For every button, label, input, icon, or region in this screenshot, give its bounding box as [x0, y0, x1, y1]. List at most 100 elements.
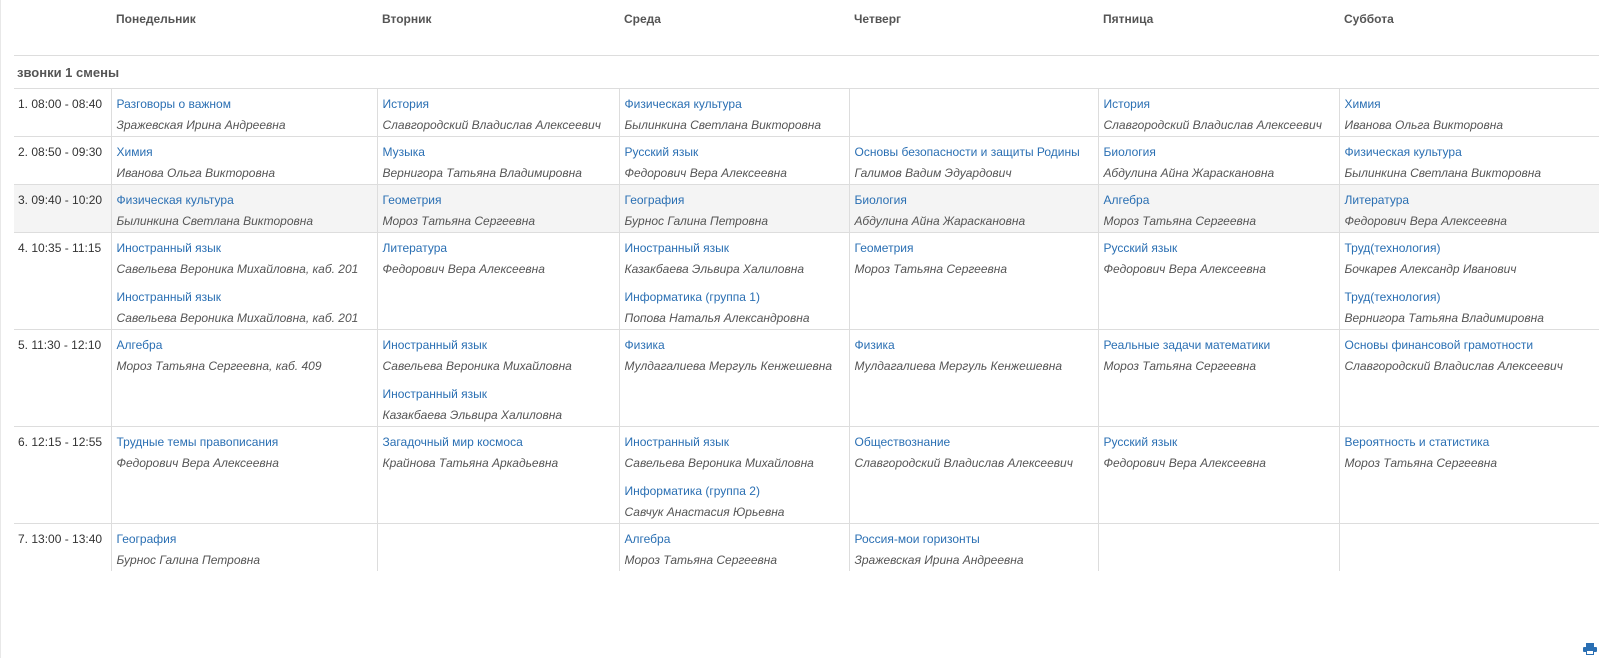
lesson-time: 3. 09:40 - 10:20 [14, 184, 111, 233]
subject-link[interactable]: Биология [855, 193, 1094, 207]
subject-link[interactable]: История [383, 97, 615, 111]
lesson-time: 5. 11:30 - 12:10 [14, 329, 111, 427]
subject-link[interactable]: Информатика (группа 2) [625, 484, 845, 498]
day-label: Четверг [854, 12, 902, 26]
schedule-cell: История Славгородский Владислав Алексееви… [376, 88, 619, 137]
lesson-row: 3. 09:40 - 10:20 Физическая культура Былин… [14, 184, 1599, 233]
teacher-name: Мороз Татьяна Сергеевна [1344, 456, 1498, 470]
subject-link[interactable]: Загадочный мир космоса [383, 435, 615, 449]
teacher-name: Савельева Вероника Михайловна, каб. 201 [116, 262, 359, 276]
schedule-cell: Физика Мулдагалиева Мергуль Кенжешевна [848, 329, 1098, 427]
subject-link[interactable]: Алгебра [117, 338, 373, 352]
subject-link[interactable]: География [117, 532, 373, 546]
subject-link[interactable]: Алгебра [1104, 193, 1335, 207]
day-label: Понедельник [116, 12, 196, 26]
subject-link[interactable]: Алгебра [625, 532, 845, 546]
subject-link[interactable]: Физическая культура [625, 97, 845, 111]
print-icon[interactable] [1583, 643, 1597, 655]
schedule-cell: Биология Абдулина Айна Жараскановна [1097, 136, 1339, 185]
subject-link[interactable]: Иностранный язык [383, 338, 615, 352]
day-label: Вторник [382, 12, 432, 26]
lesson-row: 6. 12:15 - 12:55 Трудные темы правописани… [14, 426, 1599, 524]
teacher-name: Иванова Ольга Викторовна [1344, 118, 1504, 132]
subject-link[interactable]: Химия [1345, 97, 1596, 111]
lesson-time: 4. 10:35 - 11:15 [14, 232, 111, 330]
teacher-name: Савельева Вероника Михайловна, каб. 201 [116, 311, 359, 325]
lesson-entry: Информатика (группа 1) Попова Наталья Але… [625, 290, 845, 325]
lesson-entry: Иностранный язык Савельева Вероника Михай… [117, 290, 373, 325]
lesson-time: 2. 08:50 - 09:30 [14, 136, 111, 185]
subject-link[interactable]: Основы безопасности и защиты Родины [855, 145, 1094, 159]
lesson-entry: Россия-мои горизонты Зражевская Ирина Анд… [855, 532, 1094, 567]
subject-link[interactable]: Физическая культура [1345, 145, 1596, 159]
schedule-cell: Загадочный мир космоса Крайнова Татьяна А… [376, 426, 619, 524]
teacher-name: Вернигора Татьяна Владимировна [1344, 311, 1544, 325]
subject-link[interactable]: Физика [855, 338, 1094, 352]
subject-link[interactable]: Музыка [383, 145, 615, 159]
subject-link[interactable]: Иностранный язык [117, 290, 373, 304]
subject-link[interactable]: География [625, 193, 845, 207]
day-label: Суббота [1344, 12, 1394, 26]
subject-link[interactable]: Русский язык [1104, 241, 1335, 255]
day-header-tuesday: Вторник [377, 0, 619, 56]
teacher-name: Былинкина Светлана Викторовна [624, 118, 822, 132]
subject-link[interactable]: Биология [1104, 145, 1335, 159]
lesson-entry: Физическая культура Былинкина Светлана Ви… [625, 97, 845, 132]
subject-link[interactable]: История [1104, 97, 1335, 111]
subject-link[interactable]: Труд(технология) [1345, 241, 1596, 255]
subject-link[interactable]: Иностранный язык [625, 435, 845, 449]
subject-link[interactable]: Трудные темы правописания [117, 435, 373, 449]
subject-link[interactable]: Иностранный язык [117, 241, 373, 255]
subject-link[interactable]: Разговоры о важном [117, 97, 373, 111]
lesson-entry: Биология Абдулина Айна Жараскановна [1104, 145, 1335, 180]
lesson-entry: Иностранный язык Казакбаева Эльвира Халил… [383, 387, 615, 422]
schedule-cell: Литература Федорович Вера Алексеевна [1338, 184, 1599, 233]
schedule-cell: Литература Федорович Вера Алексеевна [376, 232, 619, 330]
subject-link[interactable]: Русский язык [625, 145, 845, 159]
schedule-container: Понедельник Вторник Среда Четверг Пятниц… [14, 0, 1599, 571]
lesson-entry: Иностранный язык Савельева Вероника Михай… [625, 435, 845, 470]
subject-link[interactable]: Вероятность и статистика [1345, 435, 1596, 449]
subject-link[interactable]: Геометрия [855, 241, 1094, 255]
teacher-name: Мороз Татьяна Сергеевна, каб. 409 [116, 359, 322, 373]
lesson-entry: Реальные задачи математики Мороз Татьяна … [1104, 338, 1335, 373]
teacher-name: Славгородский Владислав Алексеевич [854, 456, 1073, 470]
subject-link[interactable]: Химия [117, 145, 373, 159]
subject-link[interactable]: Иностранный язык [383, 387, 615, 401]
schedule-cell [848, 88, 1098, 137]
schedule-cell: Иностранный язык Савельева Вероника Михай… [376, 329, 619, 427]
subject-link[interactable]: Литература [383, 241, 615, 255]
subject-link[interactable]: Литература [1345, 193, 1596, 207]
schedule-cell: Алгебра Мороз Татьяна Сергеевна [618, 523, 849, 571]
teacher-name: Федорович Вера Алексеевна [1103, 456, 1266, 470]
schedule-cell [1338, 523, 1599, 571]
lesson-entry: Литература Федорович Вера Алексеевна [383, 241, 615, 276]
teacher-name: Савельева Вероника Михайловна [382, 359, 572, 373]
subject-link[interactable]: Реальные задачи математики [1104, 338, 1335, 352]
teacher-name: Былинкина Светлана Викторовна [116, 214, 314, 228]
subject-link[interactable]: Обществознание [855, 435, 1094, 449]
lesson-entry: История Славгородский Владислав Алексееви… [1104, 97, 1335, 132]
schedule-cell: Иностранный язык Савельева Вероника Михай… [618, 426, 849, 524]
lesson-entry: История Славгородский Владислав Алексееви… [383, 97, 615, 132]
day-header-friday: Пятница [1098, 0, 1339, 56]
day-header-thursday: Четверг [849, 0, 1098, 56]
schedule-cell: Россия-мои горизонты Зражевская Ирина Анд… [848, 523, 1098, 571]
teacher-name: Славгородский Владислав Алексеевич [1344, 359, 1563, 373]
schedule-cell: Физика Мулдагалиева Мергуль Кенжешевна [618, 329, 849, 427]
teacher-name: Мороз Татьяна Сергеевна [1103, 359, 1257, 373]
subject-link[interactable]: Основы финансовой грамотности [1345, 338, 1596, 352]
subject-link[interactable]: Иностранный язык [625, 241, 845, 255]
subject-link[interactable]: Информатика (группа 1) [625, 290, 845, 304]
day-label: Среда [624, 12, 661, 26]
schedule-cell: Основы безопасности и защиты Родины Галим… [848, 136, 1098, 185]
subject-link[interactable]: Физика [625, 338, 845, 352]
subject-link[interactable]: Труд(технология) [1345, 290, 1596, 304]
lesson-entry: Физика Мулдагалиева Мергуль Кенжешевна [855, 338, 1094, 373]
subject-link[interactable]: Физическая культура [117, 193, 373, 207]
page-left-border [0, 0, 1, 658]
subject-link[interactable]: Геометрия [383, 193, 615, 207]
teacher-name: Федорович Вера Алексеевна [1344, 214, 1507, 228]
subject-link[interactable]: Русский язык [1104, 435, 1335, 449]
subject-link[interactable]: Россия-мои горизонты [855, 532, 1094, 546]
